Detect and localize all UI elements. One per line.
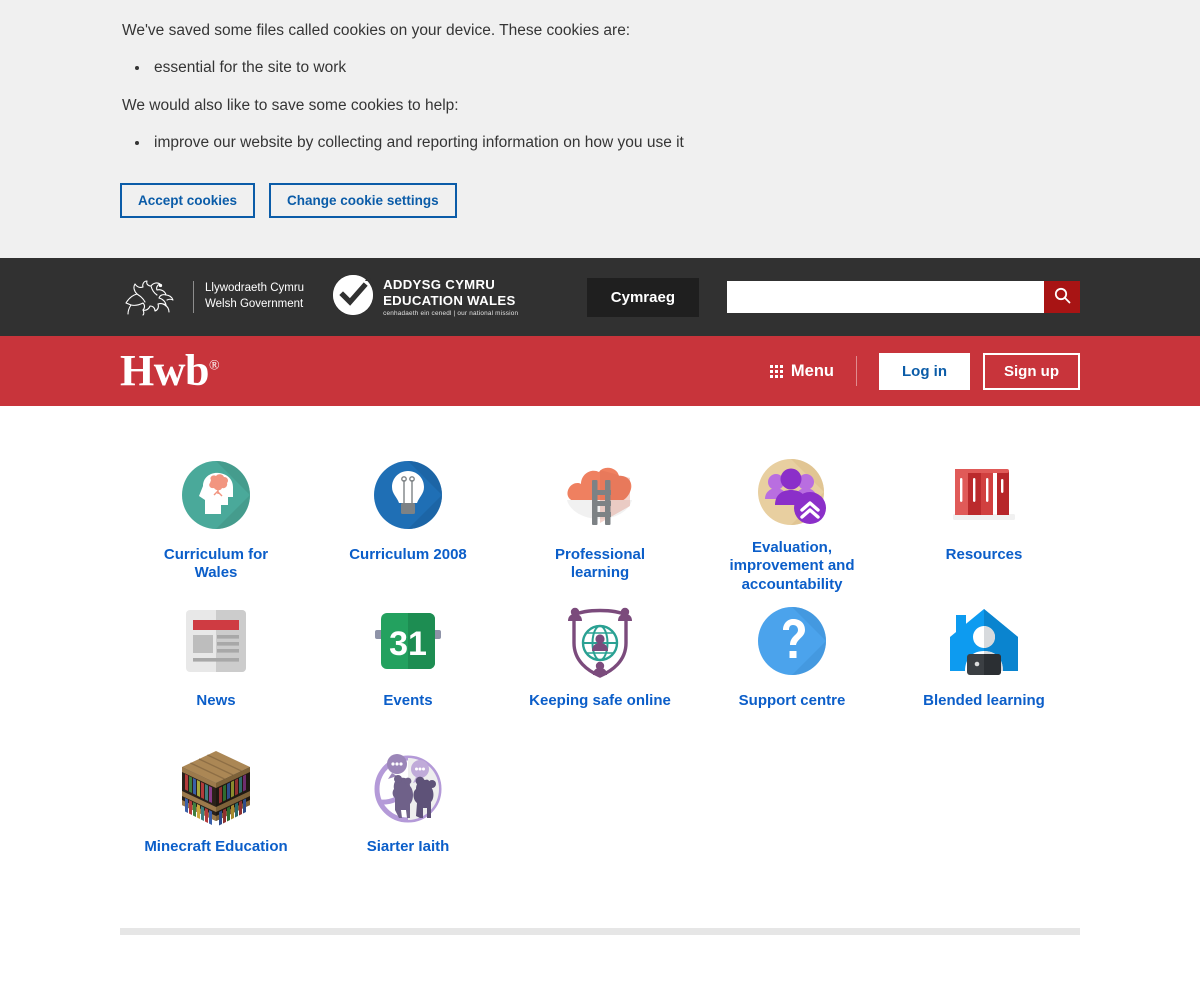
tile-evaluation-improvement-accountability[interactable]: Evaluation, improvement and accountabili… <box>696 448 888 594</box>
cookie-banner: We've saved some files called cookies on… <box>0 0 1200 258</box>
cookie-list-2: improve our website by collecting and re… <box>150 132 1080 154</box>
welsh-government-logo[interactable]: Llywodraeth Cymru Welsh Government <box>120 274 304 321</box>
site-header: Llywodraeth Cymru Welsh Government ADDYS… <box>0 258 1200 336</box>
cookie-bullet-2: improve our website by collecting and re… <box>150 132 1080 154</box>
tile-curriculum-2008[interactable]: Curriculum 2008 <box>312 448 504 594</box>
shield-globe-icon <box>554 598 646 684</box>
books-icon <box>938 452 1030 538</box>
language-toggle-button[interactable]: Cymraeg <box>586 277 699 317</box>
tile-events[interactable]: 31 Events <box>312 594 504 740</box>
menu-button[interactable]: Menu <box>769 356 857 386</box>
main-content: Curriculum for Wales Curriculum 2008 Pro… <box>0 406 1200 886</box>
cookie-paragraph-2: We would also like to save some cookies … <box>122 96 459 114</box>
tile-label: Support centre <box>738 692 846 709</box>
tile-siarter-iaith[interactable]: Siarter Iaith <box>312 740 504 886</box>
tile-support-centre[interactable]: Support centre <box>696 594 888 740</box>
registered-trademark-mark: ® <box>208 358 220 374</box>
search-form <box>727 281 1080 313</box>
tile-label: Siarter Iaith <box>366 838 450 855</box>
head-brain-icon <box>170 452 262 538</box>
tile-keeping-safe-online[interactable]: Keeping safe online <box>504 594 696 740</box>
question-mark-icon <box>746 598 838 684</box>
cloud-ladder-icon <box>554 452 646 538</box>
education-wales-line-1: ADDYSG CYMRU <box>383 276 496 292</box>
accept-cookies-button[interactable]: Accept cookies <box>120 182 256 219</box>
education-wales-text: ADDYSG CYMRU EDUCATION WALES cenhadaeth … <box>383 277 518 317</box>
menu-button-label: Menu <box>790 361 834 380</box>
search-button[interactable] <box>1044 281 1080 313</box>
tile-professional-learning[interactable]: Professional learning <box>504 448 696 594</box>
welsh-gov-line-2: Welsh Government <box>205 298 304 310</box>
welsh-dragon-icon <box>120 274 182 321</box>
tile-blended-learning[interactable]: Blended learning <box>888 594 1080 740</box>
signup-button[interactable]: Sign up <box>983 352 1080 390</box>
lightbulb-icon <box>362 452 454 538</box>
education-wales-line-2: EDUCATION WALES <box>383 292 516 308</box>
tile-label: Blended learning <box>923 692 1045 709</box>
footer-divider-wrap <box>0 886 1200 935</box>
hwb-brand-text: Hwb <box>120 346 209 395</box>
tile-label: Curriculum 2008 <box>349 546 467 563</box>
cookie-list-1: essential for the site to work <box>150 57 1080 79</box>
tile-label: Evaluation, improvement and accountabili… <box>729 539 855 593</box>
tile-news[interactable]: News <box>120 594 312 740</box>
tile-label: Resources <box>945 546 1023 563</box>
tile-label: Professional learning <box>554 546 646 582</box>
change-cookie-settings-button[interactable]: Change cookie settings <box>269 182 457 219</box>
search-input[interactable] <box>727 281 1044 313</box>
footer-divider <box>120 928 1080 935</box>
search-icon <box>1054 287 1071 307</box>
cookie-paragraph-1: We've saved some files called cookies on… <box>122 22 631 39</box>
cookie-button-group: Accept cookies Change cookie settings <box>120 182 1080 219</box>
header-right-group: Cymraeg <box>586 277 1080 317</box>
checkmark-circle-icon <box>331 273 375 322</box>
education-wales-tagline: cenhadaeth ein cenedl | our national mis… <box>383 310 519 318</box>
grid-3x3-icon <box>769 364 783 378</box>
tile-label: Keeping safe online <box>529 692 671 709</box>
tile-label: Curriculum for Wales <box>163 546 269 582</box>
login-button[interactable]: Log in <box>879 352 970 390</box>
tile-label: Minecraft Education <box>144 838 288 855</box>
tile-minecraft-education[interactable]: Minecraft Education <box>120 740 312 886</box>
people-chevron-icon <box>746 452 838 531</box>
cookie-bullet-1: essential for the site to work <box>150 57 1080 79</box>
speech-figures-icon <box>362 744 454 830</box>
service-tile-grid: Curriculum for Wales Curriculum 2008 Pro… <box>120 448 1080 886</box>
calendar-31-icon: 31 <box>362 598 454 684</box>
welsh-government-text: Llywodraeth Cymru Welsh Government <box>193 281 305 313</box>
tile-resources[interactable]: Resources <box>888 448 1080 594</box>
hwb-brand-logo[interactable]: Hwb® <box>120 346 220 395</box>
house-person-laptop-icon <box>938 598 1030 684</box>
nav-right-group: Menu Log in Sign up <box>769 352 1080 390</box>
minecraft-bookshelf-icon <box>170 744 262 830</box>
tile-label: Events <box>383 692 433 709</box>
main-navigation: Hwb® Menu Log in Sign up <box>0 336 1200 406</box>
events-day-number: 31 <box>389 625 427 663</box>
tile-curriculum-for-wales[interactable]: Curriculum for Wales <box>120 448 312 594</box>
education-wales-logo[interactable]: ADDYSG CYMRU EDUCATION WALES cenhadaeth … <box>331 273 518 322</box>
welsh-gov-line-1: Llywodraeth Cymru <box>205 282 305 295</box>
newspaper-icon <box>170 598 262 684</box>
tile-label: News <box>196 692 236 709</box>
